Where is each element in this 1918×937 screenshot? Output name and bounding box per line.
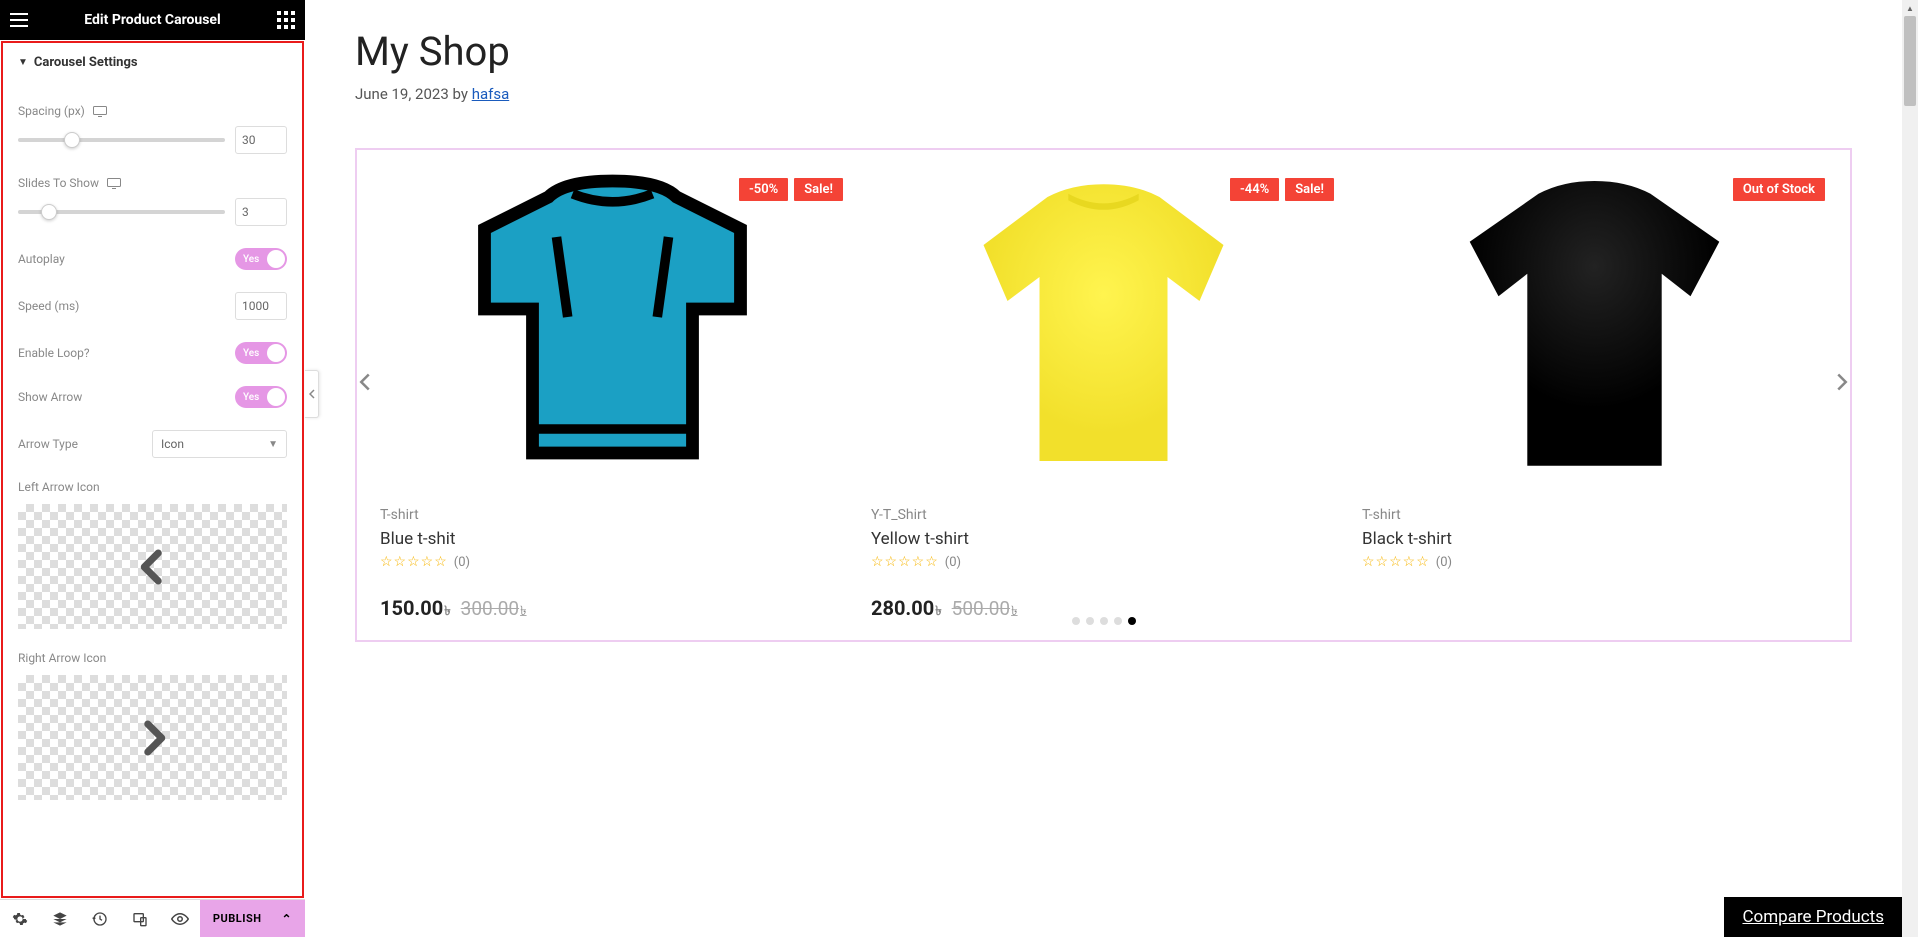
publish-button[interactable]: PUBLISH ⌃ xyxy=(200,900,305,937)
sale-badge: Sale! xyxy=(1285,178,1334,201)
product-image xyxy=(380,165,845,485)
star-rating: ☆☆☆☆☆ xyxy=(871,554,939,570)
section-title: Carousel Settings xyxy=(34,55,138,70)
desktop-icon[interactable] xyxy=(107,178,121,189)
left-icon-label: Left Arrow Icon xyxy=(18,480,287,494)
product-price: 150.00৳ xyxy=(380,596,451,623)
product-category: Y-T_Shirt xyxy=(871,507,1336,523)
rating-count: (0) xyxy=(945,555,961,570)
spacing-slider[interactable] xyxy=(18,138,225,142)
page-meta: June 19, 2023 by hafsa xyxy=(355,85,1852,103)
preview-pane: ▲ My Shop June 19, 2023 by hafsa xyxy=(305,0,1918,937)
slides-input[interactable] xyxy=(235,198,287,226)
product-old-price: 500.00৳ xyxy=(952,597,1018,623)
apps-icon[interactable] xyxy=(277,11,295,29)
discount-badge: -44% xyxy=(1230,178,1279,201)
author-link[interactable]: hafsa xyxy=(472,85,510,103)
product-image xyxy=(871,165,1336,485)
loop-toggle[interactable]: Yes xyxy=(235,342,287,364)
product-price: 280.00৳ xyxy=(871,596,942,623)
section-carousel-settings[interactable]: ▼ Carousel Settings xyxy=(3,43,302,82)
product-image xyxy=(1362,165,1827,485)
loop-label: Enable Loop? xyxy=(18,346,90,360)
product-category: T-shirt xyxy=(1362,507,1827,523)
right-icon-label: Right Arrow Icon xyxy=(18,651,287,665)
product-category: T-shirt xyxy=(380,507,845,523)
chevron-up-icon: ⌃ xyxy=(282,912,293,926)
spacing-label: Spacing (px) xyxy=(18,104,107,118)
star-rating: ☆☆☆☆☆ xyxy=(1362,554,1430,570)
sidebar-header: Edit Product Carousel xyxy=(0,0,305,40)
compare-products-button[interactable]: Compare Products xyxy=(1724,897,1902,937)
product-card[interactable]: Out of Stock T-shirt Black t-shirt ☆☆☆☆☆… xyxy=(1362,165,1827,570)
scrollbar-thumb[interactable] xyxy=(1904,16,1916,106)
product-old-price: 300.00৳ xyxy=(461,597,527,623)
out-of-stock-badge: Out of Stock xyxy=(1733,178,1825,201)
caret-down-icon: ▼ xyxy=(18,57,28,68)
collapse-sidebar-handle[interactable] xyxy=(305,370,319,418)
rating-count: (0) xyxy=(1436,555,1452,570)
scrollbar-up-icon[interactable]: ▲ xyxy=(1902,0,1918,16)
chevron-down-icon: ▼ xyxy=(268,439,278,450)
preview-scrollbar[interactable]: ▲ xyxy=(1902,0,1918,937)
speed-input[interactable] xyxy=(235,292,287,320)
star-rating: ☆☆☆☆☆ xyxy=(380,554,448,570)
product-name: Yellow t-shirt xyxy=(871,529,1336,549)
slides-label: Slides To Show xyxy=(18,176,121,190)
show-arrow-toggle[interactable]: Yes xyxy=(235,386,287,408)
layers-icon[interactable] xyxy=(40,911,80,927)
chevron-left-icon xyxy=(132,537,174,597)
rating-count: (0) xyxy=(454,555,470,570)
editor-sidebar: Edit Product Carousel ▼ Carousel Setting… xyxy=(0,0,305,937)
autoplay-toggle[interactable]: Yes xyxy=(235,248,287,270)
product-name: Blue t-shit xyxy=(380,529,845,549)
responsive-icon[interactable] xyxy=(120,911,160,927)
menu-icon[interactable] xyxy=(10,11,28,29)
sidebar-title: Edit Product Carousel xyxy=(28,12,277,28)
settings-icon[interactable] xyxy=(0,911,40,927)
product-card[interactable]: -50% Sale! T-shirt Blue t-shit xyxy=(380,165,845,623)
left-arrow-icon-preview[interactable] xyxy=(18,504,287,629)
product-card[interactable]: -44% Sale! Y-T_Shirt Yellow t-shirt xyxy=(871,165,1336,623)
page-title: My Shop xyxy=(355,28,1852,75)
arrow-type-label: Arrow Type xyxy=(18,437,78,451)
autoplay-label: Autoplay xyxy=(18,252,65,266)
sale-badge: Sale! xyxy=(794,178,843,201)
arrow-type-select[interactable]: Icon ▼ xyxy=(152,430,287,458)
chevron-right-icon xyxy=(132,708,174,768)
right-arrow-icon-preview[interactable] xyxy=(18,675,287,800)
history-icon[interactable] xyxy=(80,911,120,927)
slides-slider[interactable] xyxy=(18,210,225,214)
desktop-icon[interactable] xyxy=(93,106,107,117)
discount-badge: -50% xyxy=(739,178,788,201)
show-arrow-label: Show Arrow xyxy=(18,390,82,404)
speed-label: Speed (ms) xyxy=(18,299,79,313)
sidebar-body: ▼ Carousel Settings Spacing (px) xyxy=(1,41,304,898)
sidebar-footer: PUBLISH ⌃ xyxy=(0,899,305,937)
spacing-input[interactable] xyxy=(235,126,287,154)
preview-icon[interactable] xyxy=(160,913,200,925)
product-name: Black t-shirt xyxy=(1362,529,1827,549)
product-carousel[interactable]: -50% Sale! T-shirt Blue t-shit xyxy=(355,148,1852,642)
